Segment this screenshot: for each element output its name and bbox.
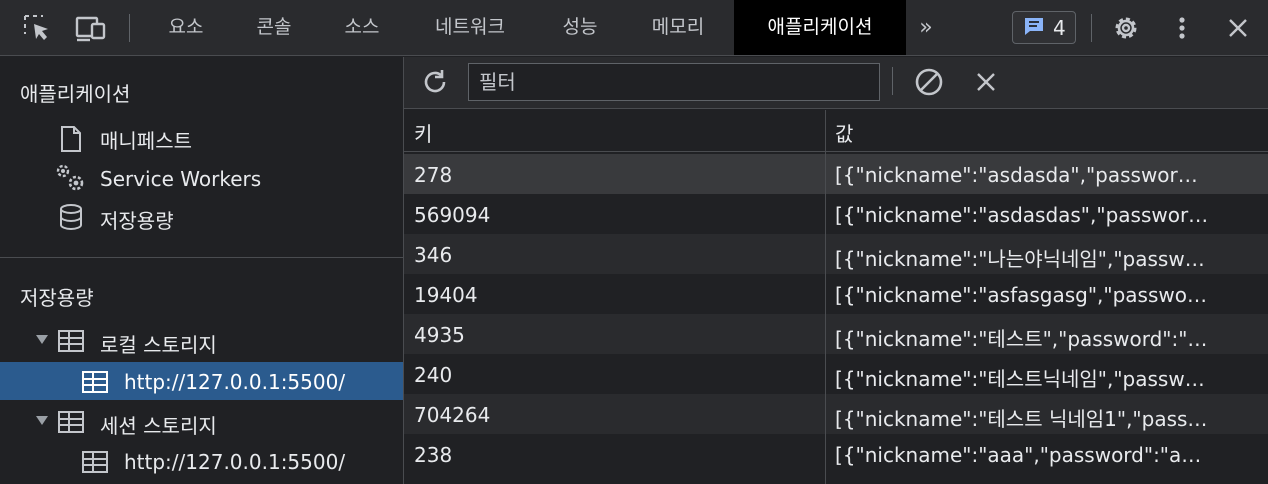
filter-input[interactable] [468,63,880,101]
sidebar-item-local-origin[interactable]: http://127.0.0.1:5500/ [0,362,403,400]
row-key: 240 [414,363,453,387]
section-title-application: 애플리케이션 [20,82,131,106]
sidebar-item-session-origin[interactable]: http://127.0.0.1:5500/ [0,442,403,480]
application-sidebar: 애플리케이션 매니페스트 Service Workers 저장용량 저장용량 로… [0,57,403,484]
row-value: [{"nickname":"aaa","password":"a… [835,443,1202,467]
gears-icon [54,163,88,191]
sidebar-item-label: 저장용량 [100,209,174,233]
row-key: 238 [414,443,453,467]
sidebar-item-service-workers[interactable]: Service Workers [0,159,403,197]
column-header-key[interactable]: 키 [414,118,432,147]
database-icon [58,204,84,231]
devtools-toolbar: 요소 콘솔 소스 네트워크 성능 메모리 애플리케이션 » 4 [0,0,1268,56]
row-key: 704264 [414,403,491,427]
message-icon [1023,16,1045,40]
table-icon [58,330,84,352]
row-value: [{"nickname":"나는야닉네임","passw… [835,247,1205,271]
expand-triangle-icon[interactable] [36,335,48,344]
expand-triangle-icon[interactable] [36,416,48,425]
sidebar-item-label: http://127.0.0.1:5500/ [124,370,346,394]
row-key: 19404 [414,283,478,307]
table-row[interactable]: 238 [{"nickname":"aaa","password":"a… [404,434,1268,474]
device-toolbar-icon[interactable] [74,11,108,45]
column-header-value[interactable]: 값 [835,118,853,147]
storage-panel: 키 값 278 [{"nickname":"asdasda","passwor…… [404,57,1268,484]
sidebar-item-label: 로컬 스토리지 [100,333,217,357]
row-value: [{"nickname":"asdasdas","passwor… [835,203,1209,227]
sidebar-item-session-storage[interactable]: 세션 스토리지 [0,402,403,440]
message-count: 4 [1053,15,1066,40]
clear-all-icon[interactable] [912,65,946,99]
sidebar-item-label: http://127.0.0.1:5500/ [124,450,346,474]
row-value: [{"nickname":"테스트닉네임","passw… [835,367,1205,391]
file-icon [60,126,84,152]
toolbar-separator [892,67,893,95]
delete-selected-icon[interactable] [969,65,1003,99]
sidebar-item-label: Service Workers [100,167,262,191]
messages-badge[interactable]: 4 [1012,11,1076,44]
table-header: 키 값 [404,110,1268,152]
tab-application[interactable]: 애플리케이션 [734,0,906,55]
row-value: [{"nickname":"테스트 닉네임1","pass… [835,407,1208,431]
more-options-icon[interactable] [1165,11,1199,45]
refresh-icon[interactable] [418,65,452,99]
more-tabs-button[interactable]: » [908,0,944,55]
table-row[interactable]: 346 [{"nickname":"나는야닉네임","passw… [404,234,1268,274]
tab-memory[interactable]: 메모리 [632,0,724,55]
table-row[interactable]: 240 [{"nickname":"테스트닉네임","passw… [404,354,1268,394]
sidebar-item-manifest[interactable]: 매니페스트 [0,117,403,155]
row-key: 346 [414,243,453,267]
table-row[interactable]: 4935 [{"nickname":"테스트","password":"… [404,314,1268,354]
table-icon [58,411,84,433]
tab-console[interactable]: 콘솔 [236,0,312,55]
table-row[interactable]: 704264 [{"nickname":"테스트 닉네임1","pass… [404,394,1268,434]
tab-performance[interactable]: 성능 [542,0,618,55]
column-resizer[interactable] [825,110,826,484]
table-icon [82,451,108,473]
table-row[interactable]: 19404 [{"nickname":"asfasgasg","passwo… [404,274,1268,314]
row-value: [{"nickname":"테스트","password":"… [835,327,1208,351]
row-key: 569094 [414,203,491,227]
toolbar-separator [1091,14,1092,42]
row-value: [{"nickname":"asfasgasg","passwo… [835,283,1207,307]
sidebar-item-label: 매니페스트 [100,129,192,153]
section-divider [0,257,403,258]
gear-icon[interactable] [1109,11,1143,45]
tab-sources[interactable]: 소스 [324,0,400,55]
inspect-element-icon[interactable] [20,11,54,45]
tab-network[interactable]: 네트워크 [412,0,528,55]
storage-toolbar [404,57,1268,109]
table-row[interactable]: 278 [{"nickname":"asdasda","passwor… [404,154,1268,194]
row-key: 278 [414,163,453,187]
table-row[interactable]: 569094 [{"nickname":"asdasdas","passwor… [404,194,1268,234]
table-icon [82,371,108,393]
section-title-storage: 저장용량 [20,286,94,310]
sidebar-item-label: 세션 스토리지 [100,414,217,438]
sidebar-item-local-storage[interactable]: 로컬 스토리지 [0,321,403,359]
tab-elements[interactable]: 요소 [148,0,224,55]
close-icon[interactable] [1221,11,1255,45]
row-key: 4935 [414,323,465,347]
sidebar-item-storage[interactable]: 저장용량 [0,197,403,235]
toolbar-separator [129,14,130,42]
row-value: [{"nickname":"asdasda","passwor… [835,163,1198,187]
